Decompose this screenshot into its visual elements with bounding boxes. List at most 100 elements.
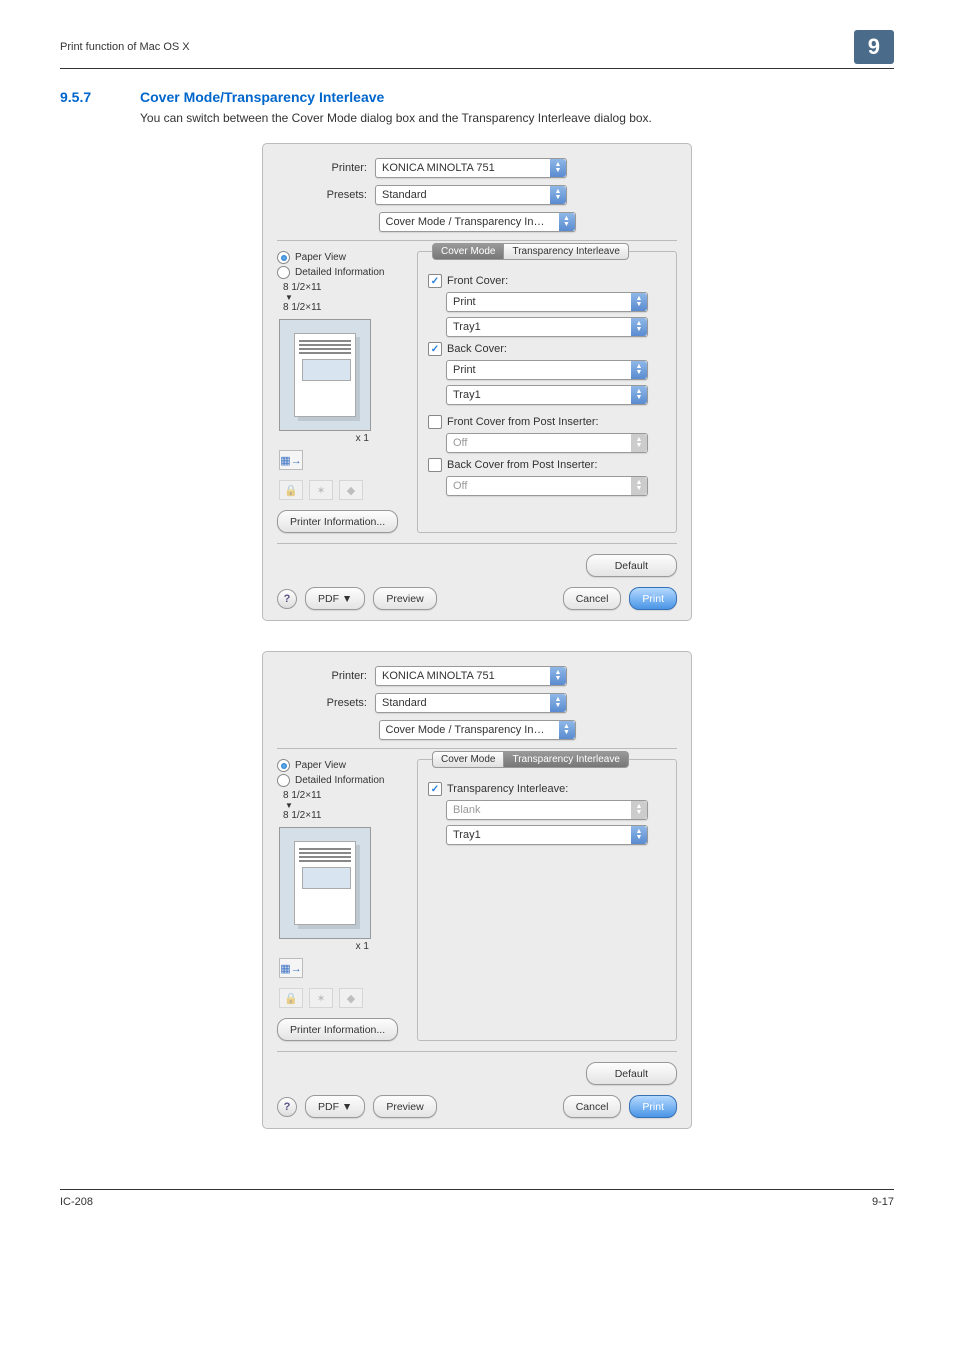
checkbox-icon [428,458,442,472]
dropdown-arrows-icon: ▲▼ [550,667,566,685]
front-cover-pi-select: Off ▲▼ [446,433,648,453]
tab-cover-mode[interactable]: Cover Mode [432,751,504,768]
print-dialog-transparency-interleave: Printer: KONICA MINOLTA 751 ▲▼ Presets: … [262,651,692,1129]
cover-mode-settings-pane: Cover Mode Transparency Interleave Front… [417,251,677,533]
footer-page-number: 9-17 [872,1196,894,1208]
preview-button[interactable]: Preview [373,1095,436,1118]
preview-button[interactable]: Preview [373,587,436,610]
transparency-interleave-checkbox[interactable]: Transparency Interleave: [428,782,666,796]
paper-preview [279,827,371,939]
printer-information-button[interactable]: Printer Information... [277,510,398,533]
presets-select-value: Standard [376,189,550,201]
finish-lock-icon: 🔒 [279,988,303,1008]
radio-icon [277,266,290,279]
output-icon: ▦→ [279,450,303,470]
radio-icon [277,251,290,264]
checkbox-icon [428,415,442,429]
left-preview-pane: Paper View Detailed Information 8 1/2×11… [277,759,407,1041]
back-cover-checkbox[interactable]: Back Cover: [428,342,666,356]
dropdown-arrows-icon: ▲▼ [631,477,647,495]
default-button[interactable]: Default [586,554,677,577]
back-cover-pi-checkbox[interactable]: Back Cover from Post Inserter: [428,458,666,472]
print-dialog-cover-mode: Printer: KONICA MINOLTA 751 ▲▼ Presets: … [262,143,692,621]
detailed-info-label: Detailed Information [295,775,385,786]
dropdown-arrows-icon: ▲▼ [559,721,575,739]
copies-multiplier: x 1 [277,941,369,952]
printer-select[interactable]: KONICA MINOLTA 751 ▲▼ [375,666,567,686]
front-cover-tray-value: Tray1 [447,321,631,333]
help-button[interactable]: ? [277,1097,297,1117]
printer-select-value: KONICA MINOLTA 751 [376,162,550,174]
printer-label: Printer: [277,162,375,174]
dropdown-arrows-icon: ▲▼ [631,293,647,311]
dropdown-arrows-icon: ▲▼ [631,826,647,844]
printer-select[interactable]: KONICA MINOLTA 751 ▲▼ [375,158,567,178]
paper-view-radio[interactable]: Paper View [277,251,407,264]
tab-transparency-interleave[interactable]: Transparency Interleave [504,243,628,260]
detailed-info-radio[interactable]: Detailed Information [277,266,407,279]
back-cover-pi-value: Off [447,480,631,492]
finish-lock-icon: 🔒 [279,480,303,500]
printer-information-button[interactable]: Printer Information... [277,1018,398,1041]
arrow-down-icon: ▼ [285,801,407,810]
front-cover-pi-label: Front Cover from Post Inserter: [447,416,599,428]
radio-icon [277,774,290,787]
paper-size-top: 8 1/2×11 [283,282,407,293]
tab-transparency-interleave[interactable]: Transparency Interleave [504,751,628,768]
back-cover-tray-value: Tray1 [447,389,631,401]
ti-tray-select[interactable]: Tray1 ▲▼ [446,825,648,845]
pdf-menu-button[interactable]: PDF ▼ [305,1095,365,1118]
presets-label: Presets: [277,189,375,201]
dropdown-arrows-icon: ▲▼ [631,361,647,379]
paper-view-label: Paper View [295,760,346,771]
ti-mode-select: Blank ▲▼ [446,800,648,820]
finish-stamp-icon: ✶ [309,988,333,1008]
panel-select-value: Cover Mode / Transparency In… [380,216,559,228]
detailed-info-radio[interactable]: Detailed Information [277,774,407,787]
pdf-menu-button[interactable]: PDF ▼ [305,587,365,610]
panel-select[interactable]: Cover Mode / Transparency In… ▲▼ [379,212,576,232]
print-button[interactable]: Print [629,1095,677,1118]
finish-quality-icon: ◆ [339,988,363,1008]
footer-model: IC-208 [60,1196,93,1208]
printer-select-value: KONICA MINOLTA 751 [376,670,550,682]
dropdown-arrows-icon: ▲▼ [559,213,575,231]
printer-label: Printer: [277,670,375,682]
transparency-interleave-settings-pane: Cover Mode Transparency Interleave Trans… [417,759,677,1041]
radio-icon [277,759,290,772]
back-cover-pi-label: Back Cover from Post Inserter: [447,459,597,471]
front-cover-tray-select[interactable]: Tray1 ▲▼ [446,317,648,337]
dropdown-arrows-icon: ▲▼ [631,801,647,819]
cancel-button[interactable]: Cancel [563,587,622,610]
finish-quality-icon: ◆ [339,480,363,500]
presets-select[interactable]: Standard ▲▼ [375,693,567,713]
paper-view-radio[interactable]: Paper View [277,759,407,772]
paper-view-label: Paper View [295,252,346,263]
presets-select[interactable]: Standard ▲▼ [375,185,567,205]
front-cover-pi-checkbox[interactable]: Front Cover from Post Inserter: [428,415,666,429]
paper-inner-icon [294,333,356,417]
default-button[interactable]: Default [586,1062,677,1085]
dropdown-arrows-icon: ▲▼ [631,318,647,336]
panel-select[interactable]: Cover Mode / Transparency In… ▲▼ [379,720,576,740]
print-button[interactable]: Print [629,587,677,610]
presets-select-value: Standard [376,697,550,709]
paper-size-top: 8 1/2×11 [283,790,407,801]
ti-tray-value: Tray1 [447,829,631,841]
checkbox-icon [428,274,442,288]
copies-multiplier: x 1 [277,433,369,444]
back-cover-tray-select[interactable]: Tray1 ▲▼ [446,385,648,405]
dropdown-arrows-icon: ▲▼ [631,434,647,452]
paper-inner-icon [294,841,356,925]
cancel-button[interactable]: Cancel [563,1095,622,1118]
back-cover-label: Back Cover: [447,343,507,355]
presets-label: Presets: [277,697,375,709]
help-button[interactable]: ? [277,589,297,609]
back-cover-mode-select[interactable]: Print ▲▼ [446,360,648,380]
panel-select-value: Cover Mode / Transparency In… [380,724,559,736]
back-cover-mode-value: Print [447,364,631,376]
finish-stamp-icon: ✶ [309,480,333,500]
tab-cover-mode[interactable]: Cover Mode [432,243,504,260]
front-cover-mode-select[interactable]: Print ▲▼ [446,292,648,312]
front-cover-checkbox[interactable]: Front Cover: [428,274,666,288]
